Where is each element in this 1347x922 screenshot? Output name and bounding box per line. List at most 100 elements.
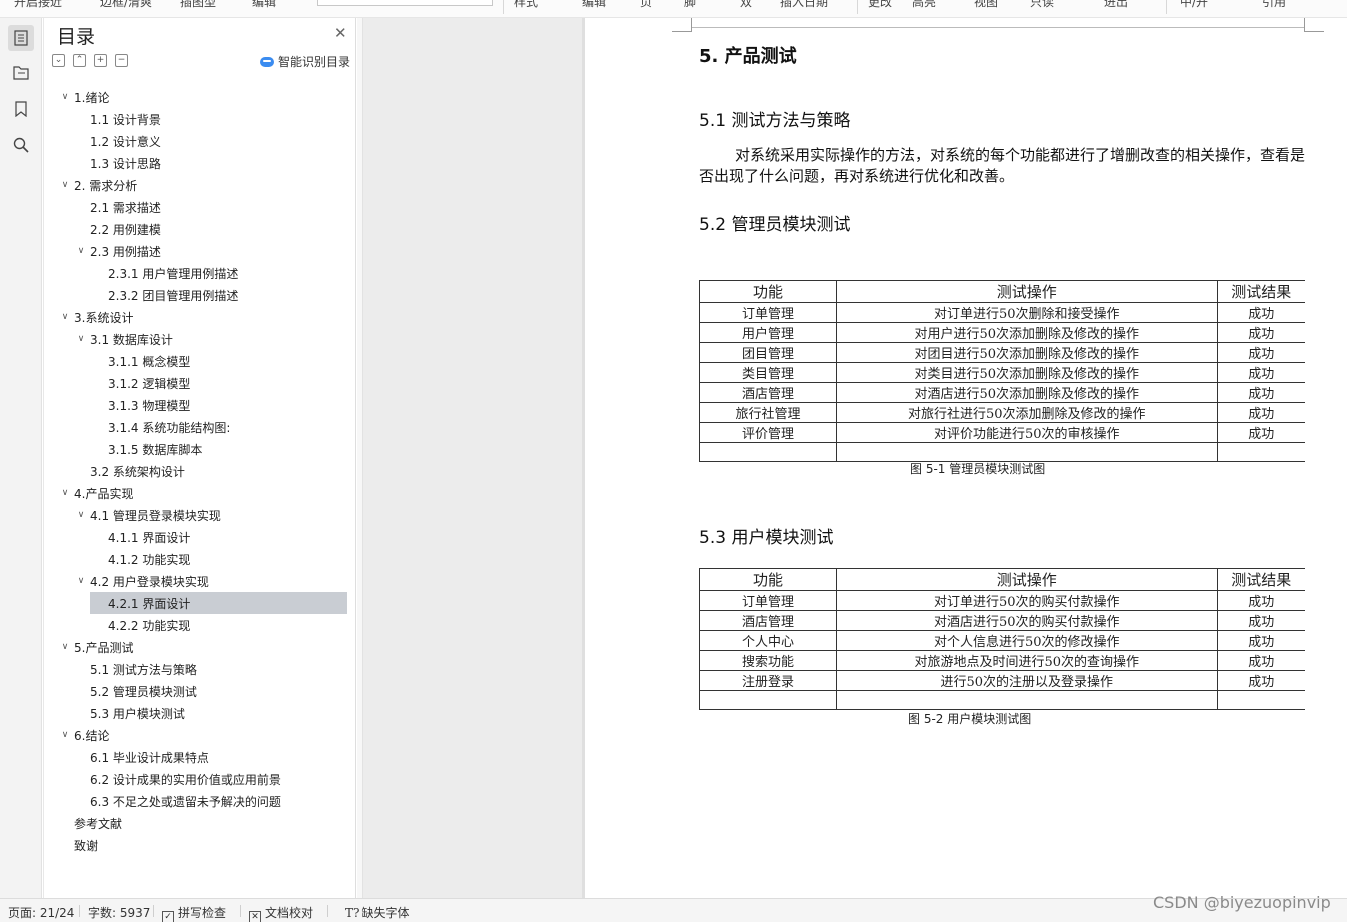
missing-font-button[interactable]: T? 缺失字体 bbox=[345, 904, 409, 921]
toc-item[interactable]: ∨4.2.1 界面设计 bbox=[90, 592, 347, 614]
toc-panel-icon[interactable] bbox=[8, 25, 34, 51]
table-header-cell: 测试结果 bbox=[1216, 568, 1305, 591]
toc-item[interactable]: ∨2.3.1 用户管理用例描述 bbox=[90, 262, 347, 284]
toc-item[interactable]: ∨ 2. 需求分析 bbox=[58, 174, 347, 196]
proofread-label: 文档校对 bbox=[265, 906, 314, 920]
toc-item-label: 2.1 需求描述 bbox=[90, 200, 161, 215]
toc-item[interactable]: ∨5.1 测试方法与策略 bbox=[74, 658, 347, 680]
toc-item[interactable]: ∨6.1 毕业设计成果特点 bbox=[74, 746, 347, 768]
toc-item[interactable]: ∨2.2 用例建模 bbox=[74, 218, 347, 240]
smart-toc-label: 智能识别目录 bbox=[278, 55, 351, 69]
toc-item[interactable]: ∨1.2 设计意义 bbox=[74, 130, 347, 152]
ribbon-item[interactable]: 编辑 bbox=[252, 0, 276, 10]
toc-item[interactable]: ∨3.2 系统架构设计 bbox=[74, 460, 347, 482]
toc-item-label: 3.1.3 物理模型 bbox=[108, 398, 191, 413]
word-count[interactable]: 字数: 5937 bbox=[88, 904, 150, 921]
toc-item[interactable]: ∨参考文献 bbox=[58, 812, 347, 834]
table-cell: 旅行社管理 bbox=[699, 402, 837, 423]
page-indicator[interactable]: 页面: 21/24 bbox=[8, 904, 74, 921]
toc-item[interactable]: ∨3.1.4 系统功能结构图: bbox=[90, 416, 347, 438]
toc-item[interactable]: ∨3.1.2 逻辑模型 bbox=[90, 372, 347, 394]
toc-item[interactable]: ∨3.1.3 物理模型 bbox=[90, 394, 347, 416]
toc-item[interactable]: ∨1.1 设计背景 bbox=[74, 108, 347, 130]
toc-item[interactable]: ∨ 4.2 用户登录模块实现 bbox=[74, 570, 347, 592]
toc-item[interactable]: ∨5.2 管理员模块测试 bbox=[74, 680, 347, 702]
chevron-down-icon[interactable]: ∨ bbox=[74, 576, 88, 586]
toc-item[interactable]: ∨3.1.5 数据库脚本 bbox=[90, 438, 347, 460]
ribbon-item[interactable]: 中/开 bbox=[1180, 0, 1208, 10]
toc-item-label: 2.3 用例描述 bbox=[90, 244, 161, 259]
table-cell: 成功 bbox=[1216, 302, 1305, 323]
table-row: 酒店管理 对酒店进行50次的购买付款操作 成功 bbox=[699, 610, 1305, 631]
ribbon-item[interactable]: 页 bbox=[640, 0, 652, 10]
ribbon-item[interactable]: 样式 bbox=[514, 0, 538, 10]
toc-item[interactable]: ∨2.1 需求描述 bbox=[74, 196, 347, 218]
toc-item[interactable]: ∨6.3 不足之处或遗留未予解决的问题 bbox=[74, 790, 347, 812]
outline-panel-icon[interactable] bbox=[8, 60, 34, 86]
ribbon-item[interactable]: 边框/清爽 bbox=[100, 0, 152, 10]
ribbon-item[interactable]: 脚 bbox=[684, 0, 696, 10]
toc-item[interactable]: ∨ 3.系统设计 bbox=[58, 306, 347, 328]
add-level-icon[interactable]: + bbox=[94, 54, 107, 67]
chevron-down-icon[interactable]: ∨ bbox=[58, 312, 72, 322]
close-icon[interactable]: ✕ bbox=[334, 24, 347, 42]
toc-item[interactable]: ∨3.1.1 概念模型 bbox=[90, 350, 347, 372]
chevron-down-icon[interactable]: ∨ bbox=[74, 246, 88, 256]
toc-item[interactable]: ∨致谢 bbox=[58, 834, 347, 856]
chevron-down-icon[interactable]: ∨ bbox=[58, 92, 72, 102]
table-cell bbox=[699, 442, 837, 462]
toc-item[interactable]: ∨4.1.1 界面设计 bbox=[90, 526, 347, 548]
search-icon[interactable] bbox=[8, 132, 34, 158]
ribbon-item[interactable]: 双 bbox=[740, 0, 752, 10]
toc-item[interactable]: ∨6.2 设计成果的实用价值或应用前景 bbox=[74, 768, 347, 790]
body-paragraph: 对系统采用实际操作的方法，对系统的每个功能都进行了增删改查的相关操作，查看是否出… bbox=[699, 146, 1306, 185]
toc-item[interactable]: ∨4.1.2 功能实现 bbox=[90, 548, 347, 570]
ribbon-item[interactable]: 引用 bbox=[1262, 0, 1286, 10]
status-bar: 页面: 21/24 字数: 5937 ✓ 拼写检查 ✕ 文档校对 T? 缺失字体 bbox=[0, 898, 1347, 922]
ribbon-item[interactable]: 编辑 bbox=[582, 0, 606, 10]
ribbon-style-box[interactable] bbox=[317, 0, 493, 6]
toc-item[interactable]: ∨ 6.结论 bbox=[58, 724, 347, 746]
chevron-down-icon[interactable]: ∨ bbox=[58, 730, 72, 740]
ribbon-item[interactable]: 开启接近 bbox=[14, 0, 62, 10]
ribbon-item[interactable]: 插入日期 bbox=[780, 0, 828, 10]
ribbon-item[interactable]: 视图 bbox=[974, 0, 998, 10]
expand-up-icon[interactable]: ⌃ bbox=[73, 54, 86, 67]
table-row bbox=[699, 442, 1305, 462]
bookmark-icon[interactable] bbox=[8, 96, 34, 122]
toc-item-label: 5.1 测试方法与策略 bbox=[90, 662, 197, 677]
table-cell: 对订单进行50次删除和接受操作 bbox=[835, 302, 1218, 323]
ribbon-item[interactable]: 插图型 bbox=[180, 0, 216, 10]
ribbon-item[interactable]: 进出 bbox=[1104, 0, 1128, 10]
table-cell: 类目管理 bbox=[699, 362, 837, 383]
toc-item[interactable]: ∨ 5.产品测试 bbox=[58, 636, 347, 658]
table-cell: 对旅游地点及时间进行50次的查询操作 bbox=[835, 650, 1218, 671]
chevron-down-icon[interactable]: ∨ bbox=[58, 642, 72, 652]
toc-item[interactable]: ∨ 4.1 管理员登录模块实现 bbox=[74, 504, 347, 526]
spell-check-button[interactable]: ✓ 拼写检查 bbox=[162, 904, 226, 922]
toc-item[interactable]: ∨2.3.2 团目管理用例描述 bbox=[90, 284, 347, 306]
toc-item[interactable]: ∨ 4.产品实现 bbox=[58, 482, 347, 504]
toc-item[interactable]: ∨ 1.绪论 bbox=[58, 86, 347, 108]
toc-item[interactable]: ∨ 3.1 数据库设计 bbox=[74, 328, 347, 350]
toc-item[interactable]: ∨5.3 用户模块测试 bbox=[74, 702, 347, 724]
ribbon-item[interactable]: 更改 bbox=[868, 0, 892, 10]
toc-item[interactable]: ∨1.3 设计思路 bbox=[74, 152, 347, 174]
toc-item[interactable]: ∨ 2.3 用例描述 bbox=[74, 240, 347, 262]
remove-level-icon[interactable]: − bbox=[115, 54, 128, 67]
chevron-down-icon[interactable]: ∨ bbox=[58, 488, 72, 498]
chevron-down-icon[interactable]: ∨ bbox=[58, 180, 72, 190]
ribbon-item[interactable]: 高亮 bbox=[912, 0, 936, 10]
table-row: 订单管理 对订单进行50次删除和接受操作 成功 bbox=[699, 302, 1305, 323]
table-header-cell: 功能 bbox=[699, 280, 837, 303]
proofread-button[interactable]: ✕ 文档校对 bbox=[249, 904, 313, 922]
toc-item[interactable]: ∨4.2.2 功能实现 bbox=[90, 614, 347, 636]
smart-toc-button[interactable]: 智能识别目录 bbox=[260, 53, 350, 70]
chevron-down-icon[interactable]: ∨ bbox=[74, 334, 88, 344]
ribbon-item[interactable]: 只读 bbox=[1030, 0, 1054, 10]
collapse-all-icon[interactable]: ⌄ bbox=[52, 54, 65, 67]
table-row: 团目管理 对团目进行50次添加删除及修改的操作 成功 bbox=[699, 342, 1305, 363]
table-header-cell: 测试操作 bbox=[835, 568, 1218, 591]
chevron-down-icon[interactable]: ∨ bbox=[74, 510, 88, 520]
table-row: 酒店管理 对酒店进行50次添加删除及修改的操作 成功 bbox=[699, 382, 1305, 403]
